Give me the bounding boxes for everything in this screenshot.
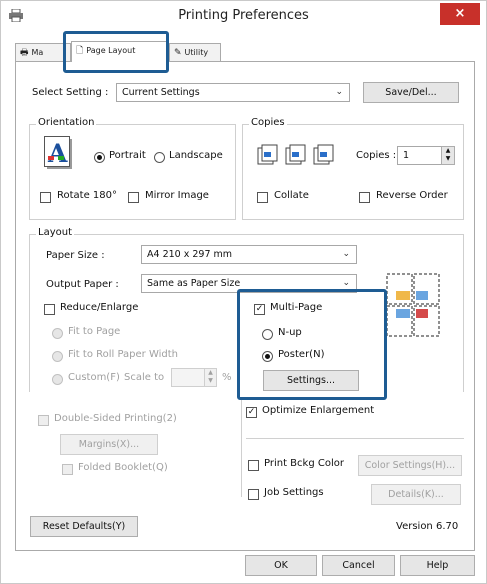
multi-page-label: Multi-Page [270, 302, 323, 313]
tab-page-layout[interactable]: 🗋 Page Layout [71, 41, 169, 62]
page-icon: 🗋 [76, 46, 84, 56]
paper-size-combo[interactable]: A4 210 x 297 mm ⌄ [141, 245, 357, 264]
chevron-down-icon: ⌄ [342, 249, 350, 259]
folded-booklet-label: Folded Booklet(Q) [78, 462, 168, 473]
double-sided-checkbox[interactable] [38, 415, 49, 426]
title-bar: Printing Preferences × [1, 1, 486, 31]
chevron-down-icon: ⌄ [335, 87, 343, 97]
optimize-enlargement-checkbox[interactable]: ✓ [246, 407, 257, 418]
double-sided-label: Double-Sided Printing(2) [54, 413, 177, 424]
collate-label: Collate [274, 190, 309, 201]
window-title: Printing Preferences [178, 8, 309, 23]
optimize-enlargement-label: Optimize Enlargement [262, 405, 375, 416]
output-paper-combo[interactable]: Same as Paper Size ⌄ [141, 274, 357, 293]
scale-to-label: Scale to [124, 372, 165, 383]
copies-group-label: Copies [249, 117, 287, 128]
collate-pages-icon [256, 144, 338, 169]
n-up-label: N-up [278, 327, 302, 338]
job-settings-label: Job Settings [264, 487, 324, 498]
mirror-image-checkbox[interactable] [128, 192, 139, 203]
poster-settings-button[interactable]: Settings... [263, 370, 359, 391]
poster-label: Poster(N) [278, 349, 325, 360]
custom-label: Custom(F) [68, 372, 120, 383]
section-divider [246, 438, 464, 439]
scale-unit-label: % [222, 372, 232, 383]
copies-stepper[interactable]: ▲ ▼ [441, 146, 455, 165]
printing-preferences-window: Printing Preferences × 🖶 Ma 🗋 Page Layout … [0, 0, 487, 584]
landscape-label: Landscape [169, 150, 223, 161]
fit-to-roll-label: Fit to Roll Paper Width [68, 349, 179, 360]
folded-booklet-checkbox[interactable] [62, 464, 73, 475]
portrait-radio[interactable] [94, 152, 105, 163]
layout-group-label: Layout [36, 227, 74, 238]
tab-strip: 🖶 Ma 🗋 Page Layout ✎ Utility [15, 41, 475, 62]
margins-button[interactable]: Margins(X)... [60, 434, 158, 455]
copies-label: Copies : [356, 150, 397, 161]
save-del-button[interactable]: Save/Del... [363, 82, 459, 103]
poster-preview-icon [386, 273, 442, 340]
job-settings-checkbox[interactable] [248, 489, 259, 500]
color-settings-button[interactable]: Color Settings(H)... [358, 455, 462, 476]
mirror-image-label: Mirror Image [145, 190, 209, 201]
copies-group [242, 124, 464, 220]
portrait-letter-icon: A [44, 136, 74, 173]
fit-to-roll-radio[interactable] [52, 351, 63, 362]
reverse-order-checkbox[interactable] [359, 192, 370, 203]
details-button[interactable]: Details(K)... [371, 484, 461, 505]
help-button[interactable]: Help [400, 555, 475, 576]
print-bckg-color-label: Print Bckg Color [264, 458, 344, 469]
orientation-group-label: Orientation [36, 117, 97, 128]
version-label: Version 6.70 [396, 521, 459, 532]
rotate-checkbox[interactable] [40, 192, 51, 203]
paper-size-label: Paper Size : [46, 250, 105, 261]
wrench-icon: ✎ [174, 48, 182, 58]
fit-to-page-radio[interactable] [52, 328, 63, 339]
poster-radio[interactable] [262, 351, 273, 362]
select-setting-combo[interactable]: Current Settings ⌄ [116, 83, 350, 102]
multi-page-checkbox[interactable]: ✓ [254, 304, 265, 315]
fit-to-page-label: Fit to Page [68, 326, 121, 337]
tab-utility[interactable]: ✎ Utility [169, 43, 221, 61]
cancel-button[interactable]: Cancel [322, 555, 395, 576]
n-up-radio[interactable] [262, 329, 273, 340]
scale-stepper[interactable]: ▲ ▼ [204, 368, 217, 387]
close-button[interactable]: × [440, 3, 480, 25]
select-setting-label: Select Setting : [32, 87, 109, 98]
portrait-label: Portrait [109, 150, 146, 161]
ok-button[interactable]: OK [245, 555, 317, 576]
collate-checkbox[interactable] [257, 192, 268, 203]
print-bckg-color-checkbox[interactable] [248, 460, 259, 471]
svg-text:A: A [47, 139, 68, 168]
landscape-radio[interactable] [154, 152, 165, 163]
tab-main[interactable]: 🖶 Ma [15, 43, 71, 61]
custom-radio[interactable] [52, 374, 63, 385]
rotate-label: Rotate 180° [57, 190, 118, 201]
page-layout-panel: Select Setting : Current Settings ⌄ Save/… [15, 61, 475, 551]
printer-icon: 🖶 [20, 48, 29, 58]
reduce-enlarge-checkbox[interactable] [44, 304, 55, 315]
reduce-enlarge-label: Reduce/Enlarge [60, 302, 139, 313]
section-divider [241, 400, 242, 497]
output-paper-label: Output Paper : [46, 279, 119, 290]
chevron-down-icon: ⌄ [342, 278, 350, 288]
reverse-order-label: Reverse Order [376, 190, 448, 201]
reset-defaults-button[interactable]: Reset Defaults(Y) [30, 516, 138, 537]
